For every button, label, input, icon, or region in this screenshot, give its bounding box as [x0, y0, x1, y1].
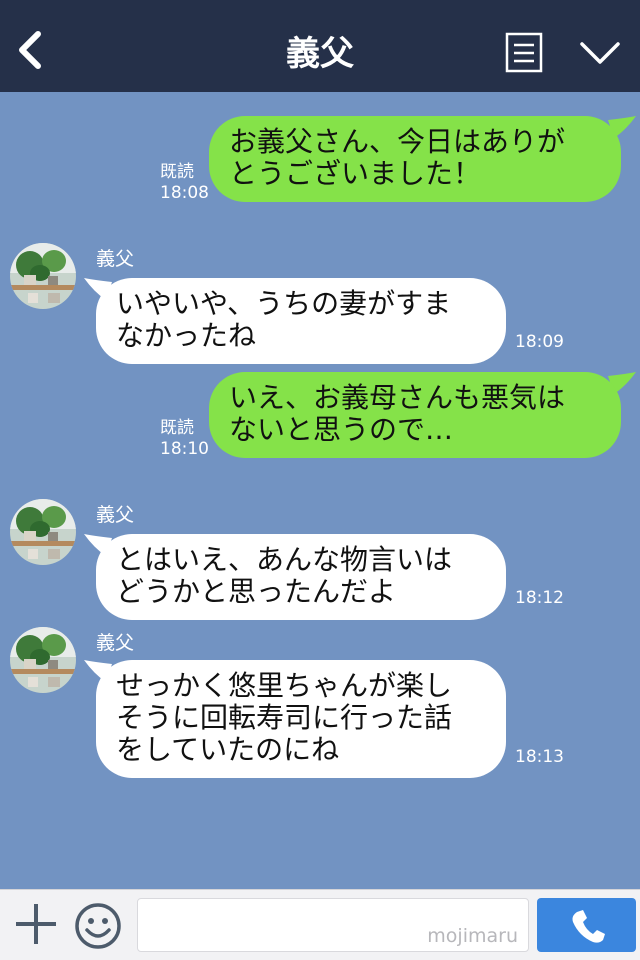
call-button[interactable] — [537, 898, 636, 952]
smiley-icon — [75, 903, 121, 949]
input-bar: mojimaru — [0, 889, 640, 960]
plant-avatar-icon — [10, 627, 76, 693]
phone-icon — [572, 910, 605, 943]
message-bubble: お義父さん、今日はありが とうございました！ — [209, 116, 621, 202]
notes-icon — [505, 32, 543, 73]
read-status: 既読 — [160, 418, 194, 438]
chat-header: 義父 — [0, 0, 640, 92]
add-attachment-button[interactable] — [14, 902, 58, 946]
avatar[interactable] — [10, 243, 76, 309]
emoji-button[interactable] — [74, 902, 122, 950]
plus-icon — [16, 904, 56, 944]
plant-avatar-icon — [10, 499, 76, 565]
message-bubble: とはいえ、あんな物言いは どうかと思ったんだよ — [96, 534, 506, 620]
message-time: 18:12 — [515, 588, 564, 608]
message-bubble: せっかく悠里ちゃんが楽し そうに回転寿司に行った話 をしていたのにね — [96, 660, 506, 778]
avatar[interactable] — [10, 627, 76, 693]
chat-title: 義父 — [286, 34, 354, 74]
message-time: 18:08 — [160, 183, 209, 203]
sender-name: 義父 — [96, 504, 135, 526]
avatar[interactable] — [10, 499, 76, 565]
message-time: 18:13 — [515, 747, 564, 767]
watermark-text: mojimaru — [427, 925, 518, 947]
plant-avatar-icon — [10, 243, 76, 309]
menu-toggle-button[interactable] — [578, 38, 622, 68]
message-meta: 既読 18:10 — [160, 418, 209, 460]
sender-name: 義父 — [96, 632, 135, 654]
sender-name: 義父 — [96, 248, 135, 270]
message-meta: 既読 18:08 — [160, 162, 209, 204]
message-time: 18:09 — [515, 332, 564, 352]
message-time: 18:10 — [160, 439, 209, 459]
message-bubble: いえ、お義母さんも悪気は ないと思うので… — [209, 372, 621, 458]
read-status: 既読 — [160, 162, 194, 182]
message-input[interactable]: mojimaru — [137, 898, 529, 952]
notes-button[interactable] — [505, 32, 543, 73]
chevron-down-icon — [580, 42, 620, 64]
message-bubble: いやいや、うちの妻がすま なかったね — [96, 278, 506, 364]
message-list[interactable]: お義父さん、今日はありが とうございました！ 既読 18:08 義父 いやいや、… — [0, 92, 640, 889]
